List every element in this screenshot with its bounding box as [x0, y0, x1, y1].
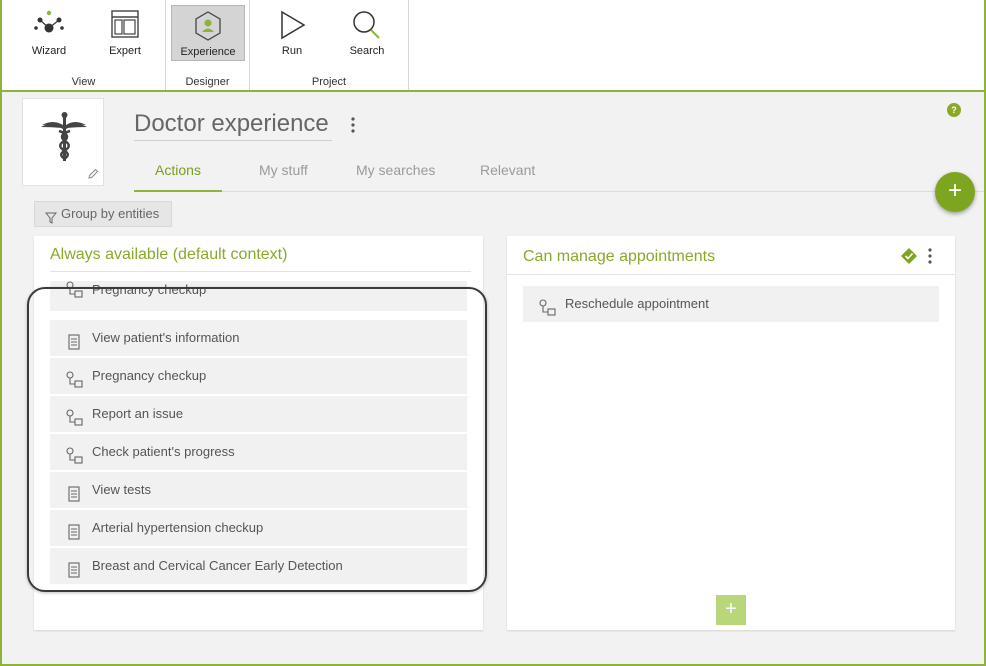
page-title[interactable]: Doctor experience	[134, 110, 332, 141]
search-icon	[351, 9, 383, 46]
list-item-label: Report an issue	[92, 406, 184, 421]
list-item[interactable]: View patient's information	[50, 320, 467, 356]
ribbon-toolbar: Wizard Expert View Experience Designer R…	[0, 0, 986, 92]
expert-label: Expert	[109, 45, 141, 57]
list-item[interactable]: Arterial hypertension checkup	[50, 510, 467, 546]
panel-more-options-icon[interactable]	[926, 247, 934, 270]
main-area: Doctor experience ? Actions My stuff My …	[0, 92, 986, 666]
experience-logo[interactable]	[22, 98, 104, 186]
ribbon-group-label: Designer	[185, 76, 230, 88]
list-item-label: Pregnancy checkup	[92, 368, 207, 383]
ribbon-group-project: Run Search Project	[250, 0, 409, 90]
expert-button[interactable]: Expert	[88, 5, 162, 61]
edit-pencil-icon[interactable]	[87, 167, 99, 185]
list-item-label: View tests	[92, 482, 152, 497]
wizard-icon	[32, 9, 66, 44]
list-item[interactable]: Pregnancy checkup	[50, 358, 467, 394]
verified-diamond-icon	[900, 247, 918, 270]
list-item-label: Breast and Cervical Cancer Early Detecti…	[92, 558, 343, 573]
ribbon-group-label: View	[71, 76, 96, 88]
list-item[interactable]: Breast and Cervical Cancer Early Detecti…	[50, 548, 467, 584]
panel-title: Can manage appointments	[523, 248, 716, 265]
play-icon	[277, 9, 307, 46]
list-item[interactable]: View tests	[50, 472, 467, 508]
experience-hexagon-icon	[193, 10, 223, 47]
caduceus-icon	[39, 111, 89, 168]
process-icon	[539, 295, 557, 331]
panel-divider	[50, 271, 471, 272]
document-icon	[66, 557, 82, 593]
add-action-button[interactable]: +	[716, 595, 746, 625]
experience-button[interactable]: Experience	[171, 5, 245, 61]
tab-relevant[interactable]: Relevant	[480, 162, 535, 192]
add-button[interactable]: +	[935, 172, 975, 212]
search-label: Search	[349, 45, 385, 57]
tab-my-stuff[interactable]: My stuff	[259, 162, 308, 192]
run-button[interactable]: Run	[255, 5, 329, 61]
ribbon-group-designer: Experience Designer	[166, 0, 250, 90]
list-item[interactable]: Check patient's progress	[50, 434, 467, 470]
group-by-entities-button[interactable]: Group by entities	[34, 201, 172, 227]
list-item[interactable]: Pregnancy checkup	[50, 281, 467, 311]
list-item-label: Reschedule appointment	[565, 296, 709, 311]
help-icon[interactable]: ?	[947, 103, 961, 117]
tab-actions[interactable]: Actions	[134, 162, 222, 192]
list-item[interactable]: Report an issue	[50, 396, 467, 432]
process-icon	[66, 281, 84, 304]
run-label: Run	[281, 45, 303, 57]
ribbon-group-label: Project	[311, 76, 347, 88]
search-button[interactable]: Search	[330, 5, 404, 61]
list-item-label: Check patient's progress	[92, 444, 235, 459]
list-item-label: Arterial hypertension checkup	[92, 520, 264, 535]
wizard-button[interactable]: Wizard	[12, 5, 86, 61]
tab-bar: Actions My stuff My searches Relevant	[134, 156, 984, 192]
tab-my-searches[interactable]: My searches	[356, 162, 435, 192]
wizard-label: Wizard	[31, 45, 67, 57]
group-by-label: Group by entities	[61, 206, 160, 221]
more-options-icon[interactable]	[348, 116, 358, 139]
ribbon-group-view: Wizard Expert View	[2, 0, 166, 90]
list-item-label: View patient's information	[92, 330, 240, 345]
list-item[interactable]: Reschedule appointment	[523, 286, 939, 322]
list-item-label: Pregnancy checkup	[92, 282, 207, 297]
expert-layout-icon	[110, 9, 140, 44]
filter-icon	[44, 208, 58, 232]
experience-label: Experience	[180, 46, 236, 58]
panel-divider	[507, 274, 955, 275]
panel-title: Always available (default context)	[50, 246, 288, 263]
